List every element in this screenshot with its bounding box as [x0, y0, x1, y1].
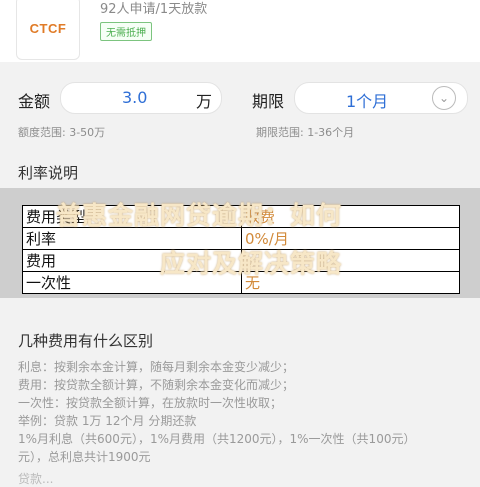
chevron-down-icon[interactable]: ⌄: [432, 86, 456, 110]
amount-value: 3.0: [122, 88, 148, 107]
overlay-title-line2: 应对及解决策略: [160, 249, 343, 278]
product-header: CTCF 92人申请/1天放款 无需抵押: [0, 0, 480, 62]
fee-explanation: 利息：按剩余本金计算，随每月剩余本金变少减少； 费用：按贷款全额计算，不随剩余本…: [18, 358, 468, 466]
explanation-line: 1%月利息（共600元），1%月费用（共1200元），1%一次性（共100元）: [18, 432, 416, 446]
amount-range: 额度范围: 3-50万: [18, 126, 106, 139]
apply-info: 92人申请/1天放款: [100, 2, 208, 17]
no-collateral-badge: 无需抵押: [100, 22, 152, 41]
rate-section-title: 利率说明: [18, 164, 79, 182]
amount-unit: 万: [196, 92, 213, 111]
product-logo: CTCF: [16, 0, 80, 60]
logo-text: CTCF: [29, 20, 67, 36]
explanation-line: 举例：贷款 1万 12个月 分期还款: [18, 414, 197, 428]
explanation-line: 利息：按剩余本金计算，随每月剩余本金变少减少；: [18, 360, 295, 374]
explanation-line: 费用：按贷款全额计算，不随剩余本金变化而减少；: [18, 378, 295, 392]
term-label: 期限: [252, 92, 285, 111]
truncated-text: 贷款...: [18, 472, 54, 486]
explanation-line: 元），总利息共计1900元: [18, 450, 151, 464]
term-value: 1个月: [346, 92, 389, 111]
term-range: 期限范围: 1-36个月: [256, 126, 355, 139]
overlay-title-line1: 普惠金融网贷逾期：如何: [56, 201, 343, 230]
explanation-line: 一次性：按贷款全额计算，在放款时一次性收取；: [18, 396, 283, 410]
amount-label: 金额: [18, 92, 51, 111]
diff-section-title: 几种费用有什么区别: [18, 332, 154, 350]
